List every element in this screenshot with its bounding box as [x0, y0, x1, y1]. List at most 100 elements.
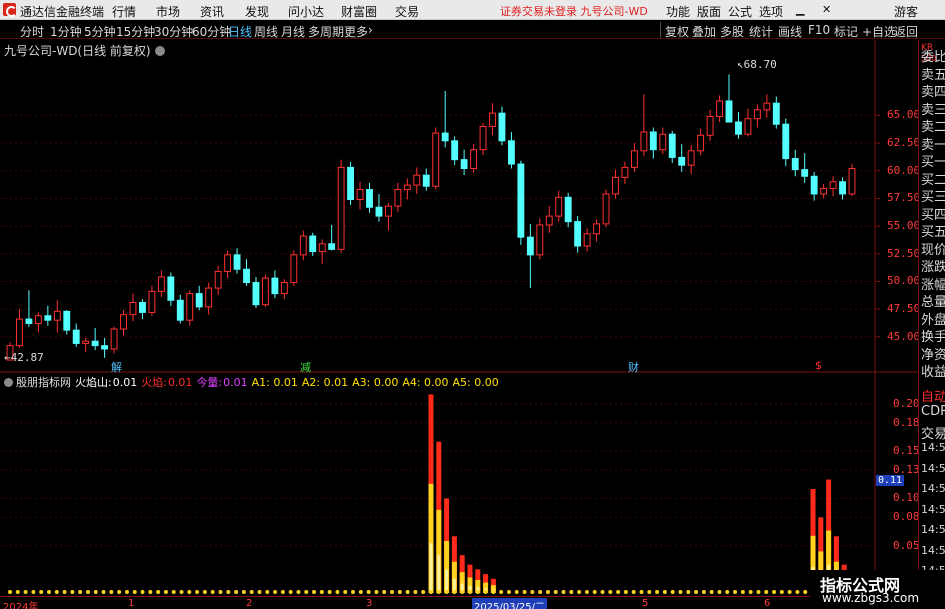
rail-item[interactable]: 委比 — [921, 46, 945, 65]
rail-item[interactable]: 换手 — [921, 326, 945, 345]
menu-item-wealth[interactable]: 财富圈 — [341, 3, 377, 20]
menu-item-formula[interactable]: 公式 — [728, 3, 752, 20]
indicator-bar-core — [429, 543, 433, 593]
period-tab-15min[interactable]: 15分钟 — [116, 23, 155, 40]
indicator-dot — [795, 590, 800, 594]
candle-body-down — [735, 121, 742, 135]
rail-item[interactable]: 净资 — [921, 344, 945, 363]
a5-value: A5: 0.00 — [452, 376, 499, 389]
tool-back[interactable]: 返回 — [894, 23, 918, 40]
tool-adjust[interactable]: 复权 — [665, 23, 689, 40]
indicator-dot — [460, 590, 465, 594]
event-mark-dividend[interactable]: $ — [815, 359, 822, 372]
candle-body-up — [337, 166, 345, 250]
period-tab-more[interactable]: 更多 — [344, 23, 368, 40]
rail-item[interactable]: 卖三 — [921, 99, 945, 118]
rail-item[interactable]: 14:56 — [921, 523, 945, 536]
menu-item-news[interactable]: 资讯 — [200, 3, 224, 20]
kline-chart[interactable] — [0, 40, 918, 596]
candle-body-down — [101, 345, 109, 350]
rail-item[interactable]: 买三 — [921, 186, 945, 205]
menu-item-trade[interactable]: 交易 — [395, 3, 419, 20]
indicator-dot — [23, 590, 28, 594]
period-tab-weekly[interactable]: 周线 — [254, 23, 278, 40]
rail-item[interactable]: 14:56 — [921, 441, 945, 454]
period-tab-timeshare[interactable]: 分时 — [20, 23, 44, 40]
indicator-dot — [647, 590, 652, 594]
chevron-right-icon[interactable]: › — [368, 23, 373, 37]
period-tab-60min[interactable]: 60分钟 — [192, 23, 231, 40]
minimize-icon[interactable]: ▁ — [796, 3, 804, 16]
guest-label[interactable]: 游客 — [894, 3, 918, 20]
login-status: 证券交易未登录 九号公司-WD — [500, 5, 648, 18]
period-tab-daily[interactable]: 日线 — [228, 23, 252, 40]
rail-item[interactable]: 涨幅 — [921, 274, 945, 293]
menu-item-ask[interactable]: 问小达 — [288, 3, 324, 20]
event-mark-unlock[interactable]: 解 — [111, 359, 122, 375]
candle-body-up — [829, 181, 837, 189]
period-tab-monthly[interactable]: 月线 — [281, 23, 305, 40]
menu-item-layout[interactable]: 版面 — [697, 3, 721, 20]
indicator-dot — [312, 590, 317, 594]
low-price-value: 42.87 — [10, 351, 44, 364]
menu-item-quotes[interactable]: 行情 — [112, 3, 136, 20]
rail-item[interactable]: 14:56 — [921, 482, 945, 495]
menu-item-discover[interactable]: 发现 — [245, 3, 269, 20]
rail-item[interactable]: 卖四 — [921, 81, 945, 100]
close-icon[interactable]: ✕ — [822, 3, 831, 16]
tool-overlay[interactable]: 叠加 — [692, 23, 716, 40]
menu-item-market[interactable]: 市场 — [156, 3, 180, 20]
period-tab-30min[interactable]: 30分钟 — [154, 23, 193, 40]
rail-item[interactable]: 外盘 — [921, 309, 945, 328]
rail-item[interactable]: 14:56 — [921, 544, 945, 557]
candle-body-up — [129, 301, 137, 316]
tool-multi-stock[interactable]: 多股 — [720, 23, 744, 40]
rail-item[interactable]: 买一 — [921, 151, 945, 170]
candle-body-up — [593, 223, 600, 235]
rail-item[interactable]: 涨跌 — [921, 256, 945, 275]
candle-body-down — [668, 133, 676, 158]
rail-item[interactable]: 卖五 — [921, 64, 945, 83]
rail-item[interactable]: 自动 — [921, 386, 945, 405]
event-mark-reduce[interactable]: 减 — [300, 359, 311, 375]
menu-item-function[interactable]: 功能 — [666, 3, 690, 20]
indicator-dot — [452, 590, 457, 594]
rail-item[interactable]: CDR — [921, 404, 945, 419]
period-tab-1min[interactable]: 1分钟 — [50, 23, 82, 40]
event-mark-finance[interactable]: 财 — [628, 359, 639, 375]
candle-body-up — [432, 132, 440, 187]
candle-body-up — [205, 287, 213, 308]
candle-body-down — [422, 174, 430, 187]
divider — [660, 22, 661, 38]
tool-add-watchlist[interactable]: +自选 — [862, 23, 896, 40]
tool-mark[interactable]: 标记 — [834, 23, 858, 40]
indicator-menu-icon[interactable] — [4, 378, 13, 387]
rail-item[interactable]: 卖二 — [921, 116, 945, 135]
indicator-dot — [358, 590, 363, 594]
candle-body-down — [649, 131, 657, 151]
candle-body-up — [612, 176, 619, 195]
high-price-value: 68.70 — [743, 58, 777, 71]
rail-item[interactable]: 收益 — [921, 361, 945, 380]
indicator-dot — [140, 590, 145, 594]
indicator-dot — [132, 590, 137, 594]
rail-item[interactable]: 14:56 — [921, 503, 945, 516]
menu-item-options[interactable]: 选项 — [759, 3, 783, 20]
tool-stats[interactable]: 统计 — [749, 23, 773, 40]
period-tab-5min[interactable]: 5分钟 — [84, 23, 116, 40]
rail-item[interactable]: 买四 — [921, 204, 945, 223]
rail-item[interactable]: 总量 — [921, 291, 945, 310]
tool-draw[interactable]: 画线 — [778, 23, 802, 40]
rail-item[interactable]: 14:56 — [921, 462, 945, 475]
rail-item[interactable]: 交易 — [921, 423, 945, 442]
tool-f10[interactable]: F10 — [808, 23, 830, 37]
rail-item[interactable]: 买二 — [921, 169, 945, 188]
candle-body-down — [366, 189, 373, 208]
period-tab-multi[interactable]: 多周期 — [308, 23, 344, 40]
rail-item[interactable]: 卖一 — [921, 134, 945, 153]
candle-body-down — [498, 112, 506, 142]
indicator-title[interactable]: 殷朋指标网 火焰山:0.01 火焰:0.01 今量:0.01 A1: 0.01 A2: 0… — [4, 374, 503, 390]
rail-item[interactable]: 现价 — [921, 239, 945, 258]
rail-item[interactable]: 买五 — [921, 221, 945, 240]
indicator-bar-core — [437, 555, 441, 593]
